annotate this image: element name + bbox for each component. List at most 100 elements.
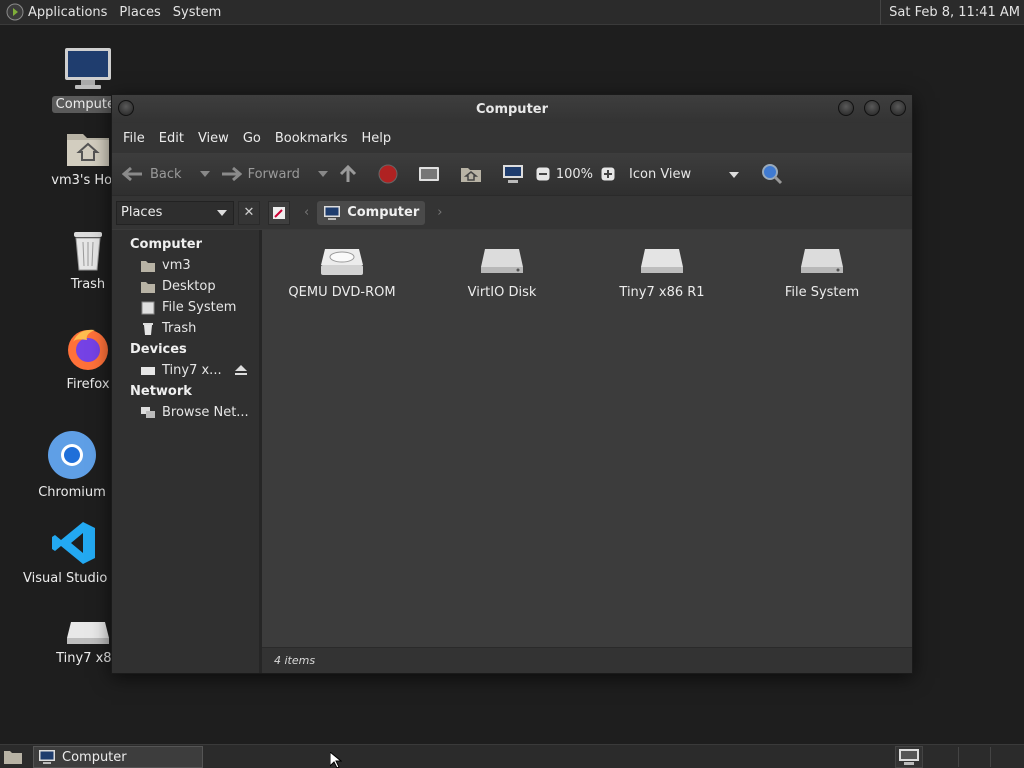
up-button[interactable] xyxy=(338,164,358,184)
zoom-in-icon xyxy=(601,167,615,181)
minimize-button[interactable] xyxy=(838,100,854,116)
sidebar-heading-devices: Devices xyxy=(130,342,187,357)
path-scroll-right-icon[interactable]: › xyxy=(437,205,442,220)
vscode-icon xyxy=(52,522,95,564)
taskbar-button-label: Computer xyxy=(62,749,127,765)
zoom-level-label: 100% xyxy=(555,166,594,182)
firefox-icon xyxy=(68,329,108,370)
sidebar-item-browse-network[interactable]: Browse Net... xyxy=(112,402,259,423)
path-button-label: Computer xyxy=(347,205,420,220)
show-desktop-button[interactable] xyxy=(0,745,26,768)
workspace-switcher[interactable] xyxy=(895,746,923,768)
file-item-virtio-disk[interactable]: VirtIO Disk xyxy=(422,245,582,300)
maximize-button[interactable] xyxy=(864,100,880,116)
menu-help[interactable]: Help xyxy=(354,131,398,146)
menu-bookmarks[interactable]: Bookmarks xyxy=(268,131,355,146)
zoom-out-icon xyxy=(536,167,550,181)
desktop-icon-label: Chromium xyxy=(38,485,106,500)
home-folder-icon xyxy=(67,134,109,166)
forward-button[interactable]: Forward xyxy=(220,166,300,182)
content-area: Computer vm3 Desktop File System Trash D… xyxy=(112,230,912,673)
sidebar-item-label: Tiny7 x... xyxy=(162,363,222,378)
close-sidebar-button[interactable]: ✕ xyxy=(238,200,260,225)
sidebar-item-desktop[interactable]: Desktop xyxy=(112,276,259,297)
eject-icon[interactable] xyxy=(235,365,247,376)
close-button[interactable] xyxy=(890,100,906,116)
sidebar-item-file-system[interactable]: File System xyxy=(112,297,259,318)
workspace-divider xyxy=(990,747,991,767)
icon-grid: QEMU DVD-ROM VirtIO Disk Tiny7 x86 R1 Fi… xyxy=(262,230,912,300)
view-mode-select[interactable]: Icon View xyxy=(629,166,740,182)
file-item-label: VirtIO Disk xyxy=(467,285,537,300)
taskbar-button-computer[interactable]: Computer xyxy=(33,746,203,768)
window-titlebar[interactable]: Computer xyxy=(112,95,912,123)
computer-monitor-icon xyxy=(324,205,341,220)
edit-pencil-icon xyxy=(273,206,285,219)
reload-icon xyxy=(418,167,439,181)
toolbar: Back Forward 100% Icon View xyxy=(112,153,912,195)
chromium-icon xyxy=(48,431,96,479)
top-panel: Applications Places System Sat Feb 8, 11… xyxy=(0,0,1024,25)
computer-monitor-icon xyxy=(502,165,523,183)
search-button[interactable] xyxy=(761,163,783,185)
trash-can-icon xyxy=(143,322,153,335)
desktop-icon-label: Trash xyxy=(70,277,106,292)
file-item-file-system[interactable]: File System xyxy=(742,245,902,300)
back-arrow-icon xyxy=(122,166,142,182)
status-bar: 4 items xyxy=(262,647,912,673)
view-mode-dropdown-arrow xyxy=(729,167,740,182)
home-button[interactable] xyxy=(460,165,482,183)
file-item-tiny7-x86-r1[interactable]: Tiny7 x86 R1 xyxy=(582,245,742,300)
reload-button[interactable] xyxy=(418,165,440,183)
sidebar-item-tiny7[interactable]: Tiny7 x... xyxy=(112,360,259,381)
toggle-location-entry-button[interactable] xyxy=(268,200,290,225)
home-folder-icon xyxy=(141,260,155,272)
stop-button[interactable] xyxy=(378,164,398,184)
computer-monitor-icon xyxy=(65,48,111,89)
forward-history-dropdown[interactable] xyxy=(317,171,328,177)
path-scroll-left-icon[interactable]: ‹ xyxy=(304,205,309,220)
back-label: Back xyxy=(150,166,182,182)
sidebar-item-label: Trash xyxy=(162,321,197,336)
back-history-dropdown[interactable] xyxy=(199,171,210,177)
window-menu-button[interactable] xyxy=(118,100,134,116)
sidebar-type-select[interactable]: Places xyxy=(116,200,234,225)
zoom-in-button[interactable] xyxy=(601,167,615,181)
sidebar-item-label: Browse Net... xyxy=(162,405,249,420)
menu-file[interactable]: File xyxy=(116,131,152,146)
sidebar-item-vm3[interactable]: vm3 xyxy=(112,255,259,276)
window-title: Computer xyxy=(475,101,549,117)
places-menu[interactable]: Places xyxy=(113,0,166,25)
computer-button[interactable] xyxy=(502,164,524,184)
stop-icon xyxy=(378,164,398,184)
network-icon xyxy=(141,406,155,418)
chevron-down-icon xyxy=(217,209,227,216)
view-mode-label: Icon View xyxy=(629,166,692,182)
trash-can-icon xyxy=(74,232,102,271)
sidebar-item-trash[interactable]: Trash xyxy=(112,318,259,339)
sidebar-item-label: vm3 xyxy=(162,258,191,273)
clock[interactable]: Sat Feb 8, 11:41 AM xyxy=(880,0,1020,25)
zoom-out-button[interactable] xyxy=(536,167,550,181)
forward-arrow-icon xyxy=(221,166,242,182)
search-icon xyxy=(762,164,783,185)
file-manager-window: Computer File Edit View Go Bookmarks Hel… xyxy=(111,94,913,674)
zoom-level[interactable]: 100% xyxy=(556,167,593,182)
file-item-qemu-dvd-rom[interactable]: QEMU DVD-ROM xyxy=(262,245,422,300)
hard-disk-icon xyxy=(641,249,683,273)
icon-view[interactable]: QEMU DVD-ROM VirtIO Disk Tiny7 x86 R1 Fi… xyxy=(262,230,912,673)
location-bar: Places ✕ ‹ Computer › xyxy=(112,195,912,229)
sidebar-item-label: File System xyxy=(162,300,237,315)
places-menu-label: Places xyxy=(119,4,161,20)
menu-edit[interactable]: Edit xyxy=(152,131,191,146)
home-folder-icon xyxy=(460,168,481,182)
back-button[interactable]: Back xyxy=(122,166,182,182)
menu-go[interactable]: Go xyxy=(236,131,268,146)
system-menu[interactable]: System xyxy=(167,0,227,25)
menu-view[interactable]: View xyxy=(191,131,236,146)
path-button-computer[interactable]: Computer xyxy=(317,200,426,225)
gnome-foot-icon xyxy=(6,3,24,21)
show-desktop-icon xyxy=(4,751,22,764)
applications-menu[interactable]: Applications xyxy=(0,0,113,25)
desktop-icon xyxy=(141,281,155,293)
